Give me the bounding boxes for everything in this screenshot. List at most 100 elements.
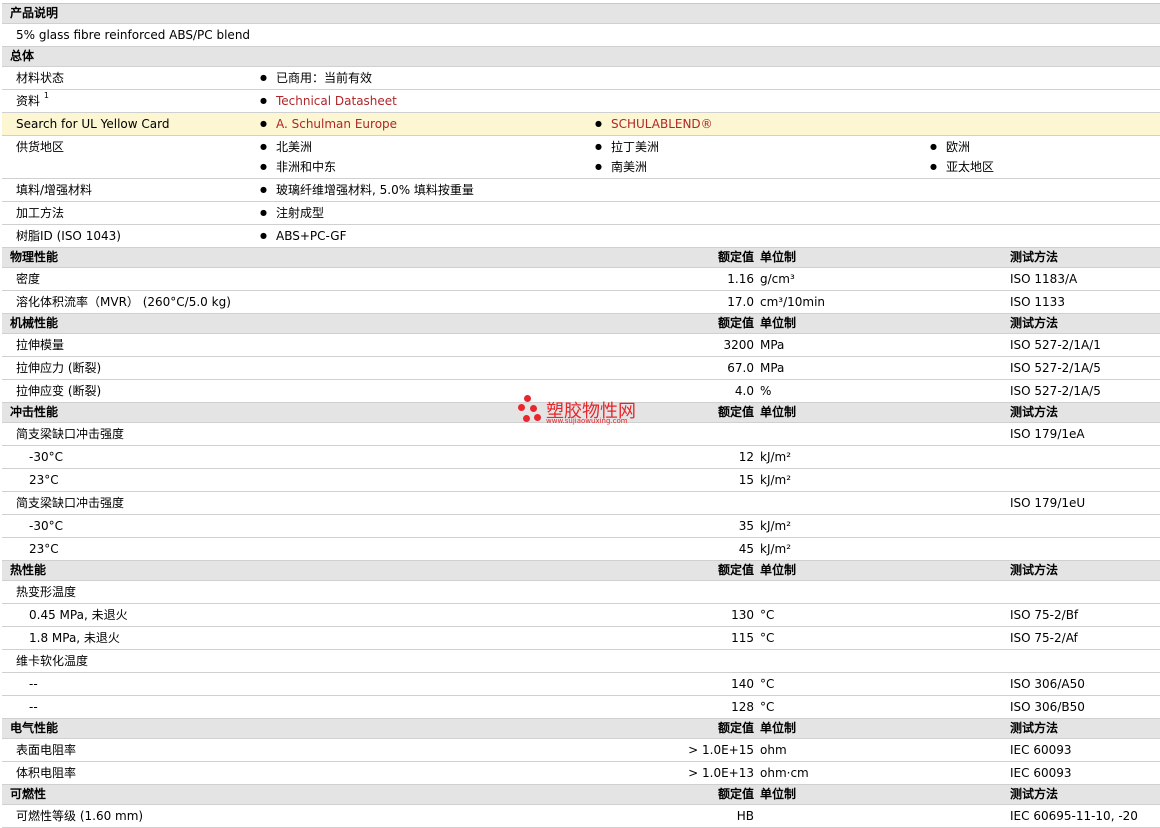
row-unit: kJ/m² bbox=[760, 542, 792, 556]
row-value: HB bbox=[736, 809, 754, 823]
product-desc-text: 5% glass fibre reinforced ABS/PC blend bbox=[16, 28, 251, 42]
row-value: 67.0 bbox=[727, 361, 754, 375]
region-item: 南美洲 bbox=[595, 156, 647, 180]
supplier-link-item: A. Schulman Europe bbox=[260, 113, 397, 137]
row-method: ISO 306/A50 bbox=[1010, 677, 1085, 691]
table-row: 23°C 45 kJ/m² bbox=[2, 538, 1160, 561]
supplier-link[interactable]: A. Schulman Europe bbox=[276, 117, 397, 131]
section-header-physical: 物理性能 额定值 单位制 测试方法 bbox=[2, 248, 1160, 268]
col-unit: 单位制 bbox=[760, 721, 797, 735]
row-label: 23°C bbox=[29, 542, 59, 556]
section-header-general: 总体 bbox=[2, 47, 1160, 67]
row-label: 1.8 MPa, 未退火 bbox=[29, 631, 120, 645]
row-value: 115 bbox=[731, 631, 754, 645]
row-unit: kJ/m² bbox=[760, 519, 792, 533]
row-label: -- bbox=[29, 677, 38, 691]
table-row: 溶化体积流率（MVR） (260°C/5.0 kg) 17.0 cm³/10mi… bbox=[2, 291, 1160, 314]
col-nominal: 额定值 bbox=[717, 787, 754, 801]
row-unit: g/cm³ bbox=[760, 272, 795, 286]
row-unit: ohm·cm bbox=[760, 766, 809, 780]
col-method: 测试方法 bbox=[1010, 405, 1059, 419]
row-method: ISO 75-2/Af bbox=[1010, 631, 1078, 645]
row-label: 0.45 MPa, 未退火 bbox=[29, 608, 128, 622]
col-nominal: 额定值 bbox=[717, 563, 754, 577]
watermark-logo-dot bbox=[518, 404, 525, 411]
section-header-electrical: 电气性能 额定值 单位制 测试方法 bbox=[2, 719, 1160, 739]
row-label: 拉伸模量 bbox=[16, 338, 65, 352]
col-unit: 单位制 bbox=[760, 405, 797, 419]
table-row: 0.45 MPa, 未退火 130 °C ISO 75-2/Bf bbox=[2, 604, 1160, 627]
row-value: 1.16 bbox=[727, 272, 754, 286]
row-method: ISO 1133 bbox=[1010, 295, 1065, 309]
row-label: 资料 1 bbox=[16, 91, 49, 108]
row-method: ISO 75-2/Bf bbox=[1010, 608, 1079, 622]
row-value: > 1.0E+13 bbox=[688, 766, 754, 780]
watermark-logo-dot bbox=[534, 414, 541, 421]
row-value: > 1.0E+15 bbox=[688, 743, 754, 757]
row-unit: °C bbox=[760, 631, 775, 645]
row-method: IEC 60093 bbox=[1010, 766, 1072, 780]
row-label: 体积电阻率 bbox=[16, 766, 77, 780]
col-nominal: 额定值 bbox=[717, 721, 754, 735]
col-method: 测试方法 bbox=[1010, 250, 1059, 264]
watermark-url: www.sujiaowuxing.com bbox=[546, 417, 628, 425]
table-row: -30°C 35 kJ/m² bbox=[2, 515, 1160, 538]
row-unit: °C bbox=[760, 677, 775, 691]
section-header-mechanical: 机械性能 额定值 单位制 测试方法 bbox=[2, 314, 1160, 334]
row-label: 简支梁缺口冲击强度 bbox=[16, 496, 125, 510]
table-row: 23°C 15 kJ/m² bbox=[2, 469, 1160, 492]
watermark-logo-dot bbox=[524, 395, 531, 402]
row-value: 12 bbox=[738, 450, 754, 464]
section-title: 可燃性 bbox=[10, 787, 47, 801]
row-label: 表面电阻率 bbox=[16, 743, 77, 757]
table-row: 可燃性等级 (1.60 mm) HB IEC 60695-11-10, -20 bbox=[2, 805, 1160, 828]
col-unit: 单位制 bbox=[760, 250, 797, 264]
row-label: 简支梁缺口冲击强度 bbox=[16, 427, 125, 441]
table-row: 体积电阻率 > 1.0E+13 ohm·cm IEC 60093 bbox=[2, 762, 1160, 785]
technical-datasheet-link[interactable]: Technical Datasheet bbox=[276, 94, 397, 108]
row-method: IEC 60695-11-10, -20 bbox=[1010, 809, 1138, 823]
table-row: -30°C 12 kJ/m² bbox=[2, 446, 1160, 469]
row-method: ISO 1183/A bbox=[1010, 272, 1078, 286]
material-status-row: 材料状态 已商用：当前有效 bbox=[2, 67, 1160, 90]
ul-yellow-card-row: Search for UL Yellow Card A. Schulman Eu… bbox=[2, 113, 1160, 136]
row-label: 供货地区 bbox=[16, 140, 65, 154]
filler-row: 填料/增强材料 玻璃纤维增强材料, 5.0% 填料按重量 bbox=[2, 179, 1160, 202]
col-nominal: 额定值 bbox=[717, 405, 754, 419]
row-label: 拉伸应力 (断裂) bbox=[16, 361, 102, 375]
section-title: 机械性能 bbox=[10, 316, 59, 330]
row-label: -30°C bbox=[29, 450, 63, 464]
brand-link[interactable]: SCHULABLEND® bbox=[611, 117, 713, 131]
row-label: -30°C bbox=[29, 519, 63, 533]
region-item: 非洲和中东 bbox=[260, 156, 336, 180]
section-title: 总体 bbox=[10, 49, 35, 63]
table-row: 拉伸应力 (断裂) 67.0 MPa ISO 527-2/1A/5 bbox=[2, 357, 1160, 380]
row-value: 15 bbox=[738, 473, 754, 487]
row-unit: % bbox=[760, 384, 772, 398]
table-group-row: 简支梁缺口冲击强度 ISO 179/1eU bbox=[2, 492, 1160, 515]
site-watermark: 塑胶物性网 www.sujiaowuxing.com bbox=[516, 392, 656, 432]
col-unit: 单位制 bbox=[760, 563, 797, 577]
technical-datasheet-link-item: Technical Datasheet bbox=[260, 90, 397, 114]
row-unit: °C bbox=[760, 700, 775, 714]
row-unit: kJ/m² bbox=[760, 450, 792, 464]
row-label: 加工方法 bbox=[16, 206, 65, 220]
row-value: 玻璃纤维增强材料, 5.0% 填料按重量 bbox=[260, 179, 474, 203]
row-method: ISO 527-2/1A/5 bbox=[1010, 384, 1101, 398]
row-unit: MPa bbox=[760, 361, 785, 375]
row-method: IEC 60093 bbox=[1010, 743, 1072, 757]
row-label: -- bbox=[29, 700, 38, 714]
resin-id-row: 树脂ID (ISO 1043) ABS+PC-GF bbox=[2, 225, 1160, 248]
section-title: 产品说明 bbox=[10, 6, 59, 20]
section-title: 冲击性能 bbox=[10, 405, 59, 419]
row-label: 溶化体积流率（MVR） (260°C/5.0 kg) bbox=[16, 295, 231, 309]
table-row: -- 140 °C ISO 306/A50 bbox=[2, 673, 1160, 696]
row-label: 热变形温度 bbox=[16, 585, 77, 599]
col-unit: 单位制 bbox=[760, 316, 797, 330]
row-method: ISO 179/1eA bbox=[1010, 427, 1085, 441]
section-header-product-desc: 产品说明 bbox=[2, 4, 1160, 24]
col-method: 测试方法 bbox=[1010, 316, 1059, 330]
row-value: 128 bbox=[731, 700, 754, 714]
row-label: 维卡软化温度 bbox=[16, 654, 89, 668]
row-unit: kJ/m² bbox=[760, 473, 792, 487]
